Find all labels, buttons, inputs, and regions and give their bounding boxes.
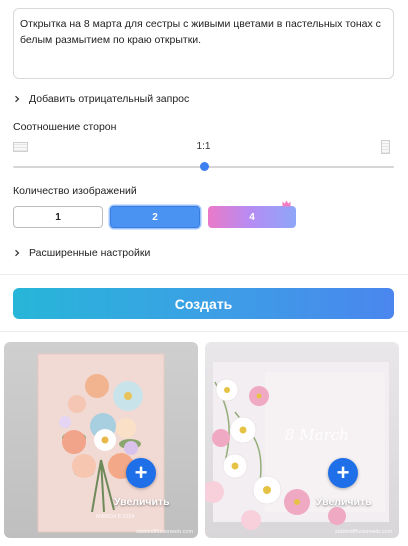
card-text: 8 March xyxy=(285,426,349,444)
bouquet-card-image xyxy=(37,353,165,533)
image-count-label: Количество изображений xyxy=(13,185,137,197)
watermark: stablediffusionweb.com xyxy=(335,529,393,535)
result-image-1[interactable]: MARCH 8 2024 + Увеличить stablediffusion… xyxy=(4,342,198,538)
chevron-right-icon xyxy=(15,249,20,257)
portrait-ratio-icon[interactable] xyxy=(381,140,390,154)
watermark: stablediffusionweb.com xyxy=(136,529,194,535)
crown-icon xyxy=(282,200,291,207)
image-count-option-1[interactable]: 1 xyxy=(13,206,103,228)
result-image-2[interactable]: 8 March + Увеличить stablediffusionweb.c… xyxy=(205,342,399,538)
negative-prompt-label: Добавить отрицательный запрос xyxy=(29,93,190,105)
zoom-label[interactable]: Увеличить xyxy=(114,496,170,508)
create-button[interactable]: Создать xyxy=(13,288,394,319)
zoom-plus-button[interactable]: + xyxy=(328,458,358,488)
zoom-label[interactable]: Увеличить xyxy=(316,496,372,508)
advanced-settings-expander[interactable]: Расширенные настройки xyxy=(13,247,150,259)
advanced-settings-label: Расширенные настройки xyxy=(29,247,151,259)
card-text: MARCH 8 2024 xyxy=(96,514,135,520)
aspect-ratio-slider-thumb[interactable] xyxy=(200,162,209,171)
aspect-ratio-row: 1:1 xyxy=(13,140,394,154)
prompt-textarea[interactable]: Открытка на 8 марта для сестры с живыми … xyxy=(13,8,394,79)
divider xyxy=(0,331,408,332)
aspect-ratio-label: Соотношение сторон xyxy=(13,121,117,133)
negative-prompt-expander[interactable]: Добавить отрицательный запрос xyxy=(13,93,189,105)
aspect-ratio-value: 1:1 xyxy=(196,141,211,152)
chevron-right-icon xyxy=(15,95,20,103)
zoom-plus-button[interactable]: + xyxy=(126,458,156,488)
divider xyxy=(0,274,408,275)
image-count-option-4[interactable]: 4 xyxy=(208,206,296,228)
image-count-option-2[interactable]: 2 xyxy=(110,206,200,228)
